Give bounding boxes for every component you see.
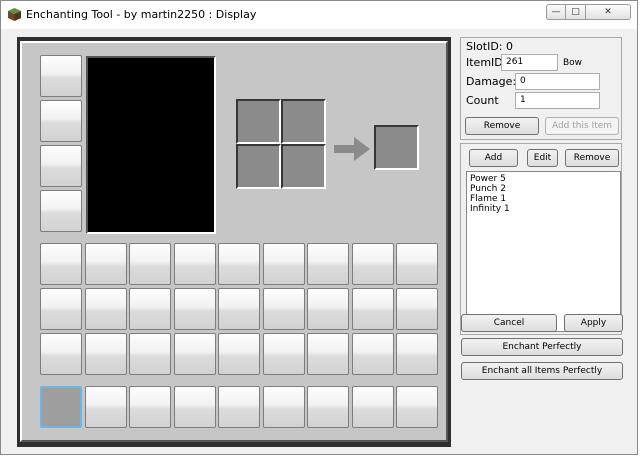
hotbar-slot[interactable] [129,386,171,428]
hotbar-slot[interactable] [174,386,216,428]
inventory-slot[interactable] [396,333,438,375]
crafting-result-slot[interactable] [374,125,419,170]
hotbar-slot-selected[interactable] [40,386,82,428]
apply-button[interactable]: Apply [564,314,623,332]
client-area: SlotID: 0 ItemID: 261 Bow Damage: 0 Coun… [7,29,633,450]
inventory-slot[interactable] [307,288,349,330]
inventory-slot[interactable] [352,288,394,330]
cancel-button[interactable]: Cancel [461,314,557,332]
armor-slot-helmet[interactable] [40,55,82,97]
inventory-slot[interactable] [396,288,438,330]
item-id-field[interactable]: 261 [501,54,558,71]
maximize-button[interactable]: □ [565,4,586,20]
inventory-slot[interactable] [129,288,171,330]
minimize-icon: — [551,7,561,17]
inventory-slot[interactable] [352,243,394,285]
item-name-label: Bow [563,58,583,68]
inventory-slot[interactable] [174,243,216,285]
inventory-slot[interactable] [218,333,260,375]
enchantment-list[interactable]: Power 5 Punch 2 Flame 1 Infinity 1 [466,171,621,332]
inventory-slot[interactable] [85,333,127,375]
inventory-slot[interactable] [129,243,171,285]
crafting-slot[interactable] [281,99,326,144]
hotbar-slot[interactable] [218,386,260,428]
armor-slot-leggings[interactable] [40,145,82,187]
inventory-slot[interactable] [129,333,171,375]
inventory-slot[interactable] [307,333,349,375]
enchant-all-button[interactable]: Enchant all Items Perfectly [461,362,623,380]
crafting-slot[interactable] [236,99,281,144]
inventory-slot[interactable] [352,333,394,375]
damage-label: Damage: [466,75,517,88]
minimize-button[interactable]: — [546,4,566,20]
grass-block-icon [8,8,21,21]
inventory-slot[interactable] [218,288,260,330]
hotbar-slot[interactable] [396,386,438,428]
armor-slot-boots[interactable] [40,190,82,232]
crafting-arrow-icon [334,137,370,161]
damage-field[interactable]: 0 [515,73,600,90]
hotbar-slot[interactable] [85,386,127,428]
list-item[interactable]: Flame 1 [470,194,617,204]
inventory-slot[interactable] [85,243,127,285]
inventory-slot[interactable] [263,333,305,375]
player-preview [86,56,216,234]
add-enchantment-button[interactable]: Add [469,149,518,167]
inventory-slot[interactable] [174,288,216,330]
inventory-slot[interactable] [263,288,305,330]
window-title: Enchanting Tool - by martin2250 : Displa… [26,8,257,21]
hotbar-slot[interactable] [352,386,394,428]
crafting-slot[interactable] [236,144,281,189]
list-item[interactable]: Infinity 1 [470,204,617,214]
maximize-icon: □ [571,7,580,17]
hotbar-slot[interactable] [307,386,349,428]
remove-item-button[interactable]: Remove [465,117,539,135]
close-icon: ✕ [604,7,612,17]
inventory-slot[interactable] [218,243,260,285]
inventory-slot[interactable] [40,288,82,330]
close-button[interactable]: ✕ [585,4,631,20]
enchant-perfectly-button[interactable]: Enchant Perfectly [461,338,623,356]
count-label: Count [466,94,499,107]
inventory-slot[interactable] [40,243,82,285]
crafting-slot[interactable] [281,144,326,189]
app-window: Enchanting Tool - by martin2250 : Displa… [0,0,638,455]
add-item-button[interactable]: Add this Item [545,117,619,135]
list-item[interactable]: Punch 2 [470,184,617,194]
title-bar: Enchanting Tool - by martin2250 : Displa… [1,1,637,29]
edit-enchantment-button[interactable]: Edit [527,149,558,167]
hotbar-slot[interactable] [263,386,305,428]
inventory-slot[interactable] [396,243,438,285]
remove-enchantment-button[interactable]: Remove [565,149,619,167]
list-item[interactable]: Power 5 [470,174,617,184]
inventory-slot[interactable] [40,333,82,375]
inventory-slot[interactable] [263,243,305,285]
inventory-slot[interactable] [307,243,349,285]
inventory-slot[interactable] [85,288,127,330]
inventory-slot[interactable] [174,333,216,375]
inventory-panel [20,41,448,442]
slot-id-label: SlotID: 0 [466,40,513,53]
armor-slot-chestplate[interactable] [40,100,82,142]
count-field[interactable]: 1 [515,92,600,109]
